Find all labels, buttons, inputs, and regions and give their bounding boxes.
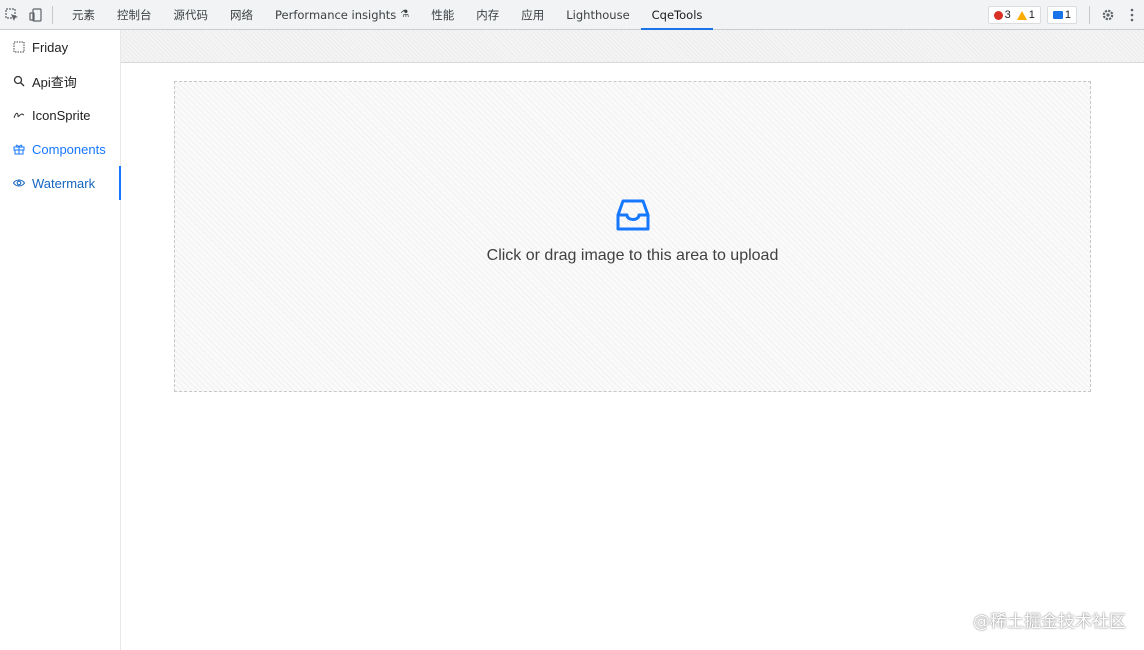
- sidebar-item-friday[interactable]: Friday: [0, 30, 120, 64]
- tab-lighthouse[interactable]: Lighthouse: [555, 0, 640, 30]
- gift-icon: [12, 142, 26, 156]
- message-icon: [1052, 11, 1063, 19]
- tab-label: 源代码: [173, 7, 209, 22]
- inbox-icon: [613, 195, 653, 235]
- panel-tabs: 元素 控制台 源代码 网络 Performance insights ⚗ 性能 内…: [61, 0, 714, 30]
- toolbar-divider: [1089, 6, 1090, 24]
- error-icon: [993, 10, 1003, 20]
- message-count: 1: [1064, 9, 1071, 21]
- sidebar-item-api-query[interactable]: Api查询: [0, 64, 120, 98]
- site-watermark: @稀土掘金技术社区: [973, 612, 1126, 632]
- tab-console[interactable]: 控制台: [106, 0, 163, 30]
- tab-label: 内存: [476, 7, 500, 22]
- error-count: 3: [1004, 9, 1011, 21]
- tab-label: Performance insights: [275, 7, 397, 22]
- sidebar-item-components[interactable]: Components: [0, 132, 120, 166]
- tab-cqetools[interactable]: CqeTools: [640, 0, 714, 30]
- grid-icon: [12, 40, 26, 54]
- upload-dropzone[interactable]: Click or drag image to this area to uplo…: [174, 81, 1091, 392]
- sidebar-item-label: IconSprite: [32, 107, 91, 123]
- warning-icon: [1016, 10, 1027, 20]
- messages-badge[interactable]: 1: [1046, 6, 1077, 24]
- sidebar-item-watermark[interactable]: Watermark: [0, 166, 121, 200]
- tab-application[interactable]: 应用: [510, 0, 555, 30]
- warning-count: 1: [1028, 9, 1035, 21]
- settings-gear-icon[interactable]: [1096, 0, 1120, 30]
- tab-label: 控制台: [117, 7, 152, 22]
- tab-sources[interactable]: 源代码: [163, 0, 220, 30]
- tab-elements[interactable]: 元素: [61, 0, 106, 30]
- more-options-icon[interactable]: [1120, 0, 1144, 30]
- issues-badge[interactable]: 3 1: [987, 6, 1041, 24]
- toolbar-divider: [52, 5, 53, 24]
- tab-label: 性能: [431, 7, 455, 22]
- sidebar-item-label: Friday: [32, 39, 69, 55]
- devtools-toolbar: 元素 控制台 源代码 网络 Performance insights ⚗ 性能 内…: [0, 0, 1144, 30]
- tab-memory[interactable]: 内存: [465, 0, 510, 30]
- sidebar-item-label: Watermark: [32, 175, 96, 191]
- sidebar-item-label: Api查询: [32, 74, 77, 90]
- inspect-element-icon[interactable]: [0, 0, 24, 30]
- tab-label: Lighthouse: [566, 7, 630, 22]
- tab-performance-insights[interactable]: Performance insights ⚗: [264, 0, 420, 30]
- tab-label: 网络: [230, 7, 253, 22]
- content-header-strip: [121, 30, 1144, 63]
- tab-performance[interactable]: 性能: [420, 0, 465, 30]
- sidebar-item-label: Components: [32, 141, 106, 157]
- sidebar-item-iconsprite[interactable]: IconSprite: [0, 98, 120, 132]
- tab-network[interactable]: 网络: [219, 0, 264, 30]
- signature-icon: [12, 108, 26, 122]
- flask-icon: ⚗: [400, 9, 410, 20]
- eye-icon: [12, 176, 26, 190]
- upload-hint-text: Click or drag image to this area to uplo…: [486, 247, 779, 264]
- device-toggle-icon[interactable]: [24, 0, 48, 30]
- status-area: 3 1 1: [987, 0, 1144, 30]
- tab-label: 元素: [72, 7, 95, 22]
- tab-label: 应用: [521, 7, 545, 22]
- search-icon: [12, 74, 26, 88]
- sidebar: Friday Api查询 IconSprite Components Water…: [0, 30, 121, 650]
- tab-label: CqeTools: [651, 7, 703, 22]
